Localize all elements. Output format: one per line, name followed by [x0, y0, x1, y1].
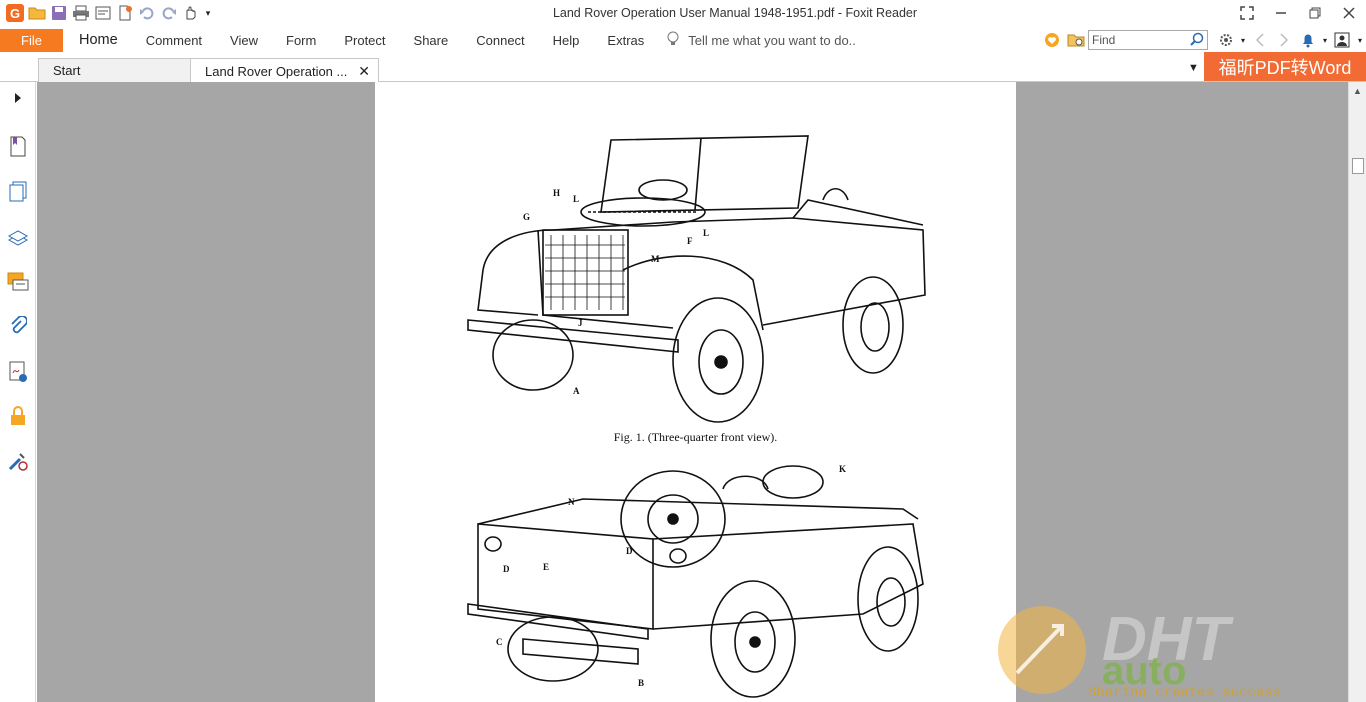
tab-current-label: Land Rover Operation ...: [205, 63, 348, 79]
tab-connect[interactable]: Connect: [462, 26, 538, 54]
open-folder-icon[interactable]: [26, 2, 48, 24]
figure-2-land-rover-rear-illustration: K N D E D C B: [467, 464, 924, 698]
search-icon[interactable]: [1190, 32, 1204, 49]
customize-toolbar-icon[interactable]: ▾: [202, 2, 214, 24]
chevron-down-icon[interactable]: ▾: [1238, 28, 1248, 52]
figure-1-land-rover-front-illustration: H L G L F M J A: [467, 135, 926, 423]
find-placeholder: Find: [1092, 33, 1116, 47]
figure-1-caption: Fig. 1. (Three-quarter front view).: [613, 430, 778, 444]
label-d-left: D: [503, 564, 510, 574]
previous-arrow-icon[interactable]: [1248, 28, 1272, 52]
app-logo-icon[interactable]: G: [4, 2, 26, 24]
tab-home[interactable]: Home: [65, 26, 132, 54]
vertical-scrollbar[interactable]: ▲: [1348, 82, 1366, 702]
redo-icon[interactable]: [158, 2, 180, 24]
tab-help[interactable]: Help: [539, 26, 594, 54]
tab-view[interactable]: View: [216, 26, 272, 54]
document-workspace[interactable]: H L G L F M J A Fig. 1. (Three-quarter f…: [37, 82, 1348, 702]
next-arrow-icon[interactable]: [1272, 28, 1296, 52]
pages-thumbnail-icon[interactable]: [6, 180, 30, 204]
bookmark-icon[interactable]: [6, 134, 30, 158]
label-b: B: [638, 678, 644, 688]
title-bar: G ▾ Land Rover Operation User Manual 194…: [0, 0, 1366, 26]
scroll-up-icon[interactable]: ▲: [1353, 86, 1362, 96]
lightbulb-icon: [666, 31, 680, 50]
window-controls: [1230, 0, 1366, 26]
label-c: C: [496, 637, 503, 647]
label-j: J: [578, 318, 583, 328]
watermark-tagline: Sharing creates success: [1088, 685, 1281, 698]
ribbon-right-tools: Find ▾ ▾ ▾: [1040, 26, 1366, 54]
undo-icon[interactable]: [136, 2, 158, 24]
comments-icon[interactable]: [6, 270, 30, 294]
find-input[interactable]: Find: [1088, 30, 1208, 50]
foxit-reader-window: G ▾ Land Rover Operation User Manual 194…: [0, 0, 1366, 702]
fullscreen-icon[interactable]: [1230, 0, 1264, 26]
dht-auto-watermark-logo: DHT auto Sharing creates success: [998, 605, 1281, 698]
tab-current-document[interactable]: Land Rover Operation ... ✕: [190, 58, 379, 83]
pdf-page: H L G L F M J A Fig. 1. (Three-quarter f…: [375, 82, 1016, 702]
tab-list-dropdown-icon[interactable]: ▼: [1188, 62, 1199, 74]
close-button[interactable]: [1332, 0, 1366, 26]
attachment-paperclip-icon[interactable]: [6, 315, 30, 339]
label-l-right: L: [703, 228, 709, 238]
properties-icon[interactable]: [92, 2, 114, 24]
quick-access-toolbar: G ▾: [0, 0, 214, 26]
close-tab-icon[interactable]: ✕: [358, 63, 370, 80]
label-m: M: [651, 254, 660, 264]
notification-bell-icon[interactable]: [1296, 28, 1320, 52]
settings-gear-icon[interactable]: [1214, 28, 1238, 52]
label-k: K: [839, 464, 846, 474]
navigation-panel: [0, 82, 36, 702]
ribbon-tab-bar: File Home Comment View Form Protect Shar…: [0, 26, 1366, 54]
user-account-icon[interactable]: [1330, 28, 1354, 52]
restore-button[interactable]: [1298, 0, 1332, 26]
heart-icon[interactable]: [1040, 28, 1064, 52]
label-e: E: [543, 562, 549, 572]
label-f: F: [687, 236, 693, 246]
content-tools-icon[interactable]: [6, 450, 30, 474]
tell-me-text: Tell me what you want to do..: [688, 32, 856, 48]
print-icon[interactable]: [70, 2, 92, 24]
label-l-top: L: [573, 194, 579, 204]
label-d-center: D: [626, 546, 633, 556]
tab-share[interactable]: Share: [400, 26, 463, 54]
save-icon[interactable]: [48, 2, 70, 24]
label-g: G: [523, 212, 530, 222]
tab-extras[interactable]: Extras: [593, 26, 658, 54]
tab-comment[interactable]: Comment: [132, 26, 216, 54]
tab-start[interactable]: Start: [38, 58, 192, 82]
pdf-to-word-promo-button[interactable]: 福昕PDF转Word: [1204, 52, 1366, 81]
find-folder-icon[interactable]: [1064, 28, 1088, 52]
signature-panel-icon[interactable]: [6, 360, 30, 384]
expand-panel-icon[interactable]: [6, 86, 30, 110]
document-tab-bar: Start Land Rover Operation ... ✕ ▼: [0, 54, 1366, 83]
scroll-thumb[interactable]: [1352, 158, 1364, 174]
label-a: A: [573, 386, 580, 396]
chevron-down-icon[interactable]: ▾: [1320, 28, 1330, 52]
file-menu-button[interactable]: File: [0, 28, 63, 52]
layers-icon[interactable]: [6, 225, 30, 249]
new-document-icon[interactable]: [114, 2, 136, 24]
security-lock-icon[interactable]: [6, 404, 30, 428]
minimize-button[interactable]: [1264, 0, 1298, 26]
tell-me-box[interactable]: Tell me what you want to do..: [666, 31, 856, 50]
tab-start-label: Start: [53, 63, 81, 78]
label-n: N: [568, 497, 575, 507]
tab-form[interactable]: Form: [272, 26, 330, 54]
tab-protect[interactable]: Protect: [330, 26, 399, 54]
chevron-down-icon[interactable]: ▾: [1354, 28, 1366, 52]
hand-tool-icon[interactable]: [180, 2, 202, 24]
label-h: H: [553, 188, 560, 198]
